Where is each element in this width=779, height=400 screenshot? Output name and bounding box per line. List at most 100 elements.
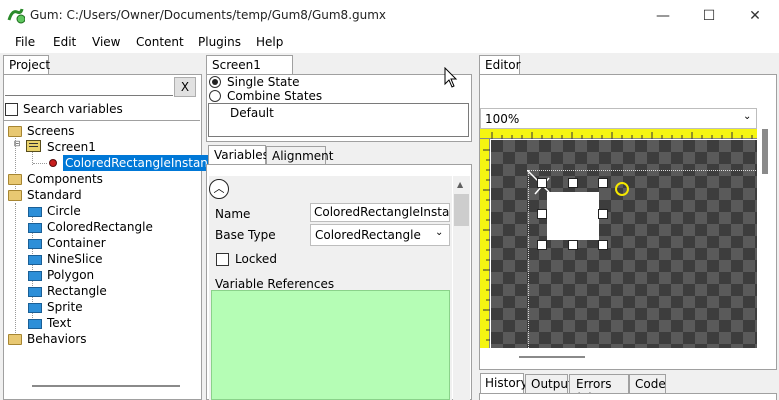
resize-handle[interactable] [568, 178, 578, 188]
tree-standard-item[interactable]: Sprite [47, 299, 83, 315]
search-variables-checkbox[interactable] [5, 103, 18, 116]
zoom-value: 100% [485, 112, 520, 126]
tab-screen1-states[interactable]: Screen1 States [206, 55, 293, 86]
vertical-ruler [480, 139, 490, 348]
editor-horizontal-scrollbar[interactable] [519, 356, 585, 358]
bottom-panel [479, 393, 777, 400]
combine-states-label: Combine States [227, 89, 323, 103]
chevron-up-icon[interactable]: ︿ [209, 179, 229, 199]
collapse-icon[interactable]: ⊟ [13, 140, 21, 148]
standard-element-icon [28, 207, 42, 217]
resize-handle[interactable] [568, 240, 578, 250]
tree-horizontal-scrollbar[interactable] [32, 385, 180, 387]
menu-bar: File Edit View Content Plugins Help [0, 31, 779, 53]
tree-standard-item[interactable]: Text [47, 315, 71, 331]
window-title: Gum: C:/Users/Owner/Documents/temp/Gum8/… [30, 8, 387, 22]
variable-references-label: Variable References [215, 277, 335, 291]
resize-handle[interactable] [537, 240, 547, 250]
tab-history[interactable]: History [480, 373, 528, 393]
single-state-label: Single State [227, 75, 300, 89]
minimize-button[interactable]: — [640, 0, 686, 31]
tab-code[interactable]: Code [629, 374, 666, 393]
tree-instance-selected[interactable]: ColoredRectangleInstance [63, 155, 224, 171]
tree-standard-item[interactable]: Container [47, 235, 106, 251]
standard-element-icon [28, 319, 42, 329]
menu-edit[interactable]: Edit [53, 35, 76, 49]
state-default[interactable]: Default [230, 106, 274, 120]
folder-icon [8, 190, 22, 201]
ruler-tick-marks [491, 132, 753, 139]
resize-handle[interactable] [598, 240, 608, 250]
name-field[interactable]: ColoredRectangleInstanc [310, 203, 450, 222]
standard-element-icon [28, 303, 42, 313]
tree-standard[interactable]: Standard [27, 187, 82, 203]
ruler-ticks [491, 132, 753, 139]
ruler-ticks [483, 149, 490, 341]
locked-checkbox[interactable] [216, 253, 229, 266]
screen-bounds-line [528, 170, 757, 171]
scroll-up-arrow-icon[interactable]: ▲ [457, 180, 463, 189]
standard-element-icon [28, 271, 42, 281]
menu-help[interactable]: Help [256, 35, 283, 49]
screen-icon [26, 140, 41, 152]
project-tree: Screens ⊟ Screen1 ColoredRectangleInstan… [4, 120, 224, 399]
menu-plugins[interactable]: Plugins [198, 35, 241, 49]
name-label: Name [215, 207, 251, 221]
horizontal-ruler [480, 129, 757, 139]
tab-project[interactable]: Project [3, 55, 50, 75]
tree-components[interactable]: Components [27, 171, 103, 187]
standard-element-icon [28, 255, 42, 265]
colored-rectangle-instance[interactable] [547, 192, 599, 240]
tab-editor[interactable]: Editor [479, 55, 521, 75]
menu-content[interactable]: Content [136, 35, 184, 49]
resize-handle[interactable] [598, 178, 608, 188]
resize-handle[interactable] [537, 178, 547, 188]
search-input[interactable] [5, 78, 173, 96]
tab-errors[interactable]: Errors (0) [569, 374, 629, 400]
standard-element-icon [28, 239, 42, 249]
base-type-select[interactable]: ColoredRectangle ⌄ [310, 224, 450, 246]
tab-variables[interactable]: Variables [208, 145, 269, 165]
base-type-label: Base Type [215, 228, 276, 242]
scrollbar-thumb[interactable] [454, 194, 469, 226]
base-type-value: ColoredRectangle [315, 228, 421, 242]
title-bar: Gum: C:/Users/Owner/Documents/temp/Gum8/… [0, 0, 779, 31]
zoom-select[interactable]: 100% ⌄ [480, 108, 757, 129]
tab-alignment[interactable]: Alignment [266, 146, 333, 164]
clear-search-button[interactable]: X [174, 77, 196, 97]
editor-vertical-scrollbar[interactable] [762, 129, 768, 174]
maximize-button[interactable]: ☐ [686, 0, 732, 31]
tree-screen1[interactable]: Screen1 [47, 139, 96, 155]
mouse-cursor-icon [444, 67, 458, 88]
resize-handle[interactable] [537, 209, 547, 219]
search-variables-label: Search variables [23, 102, 123, 116]
folder-icon [8, 334, 22, 345]
variables-scrollbar[interactable]: ▲ [453, 176, 470, 400]
tree-behaviors[interactable]: Behaviors [27, 331, 87, 347]
states-list: Default [208, 103, 469, 137]
resize-handle[interactable] [598, 209, 608, 219]
instance-icon [49, 159, 57, 167]
combine-states-radio[interactable] [209, 90, 221, 102]
menu-view[interactable]: View [92, 35, 120, 49]
tree-standard-item[interactable]: NineSlice [47, 251, 103, 267]
menu-file[interactable]: File [15, 35, 35, 49]
tab-output[interactable]: Output [525, 374, 573, 393]
rotation-handle[interactable] [615, 182, 629, 196]
tree-standard-item[interactable]: Rectangle [47, 283, 107, 299]
locked-label: Locked [235, 252, 277, 266]
tree-standard-item[interactable]: Polygon [47, 267, 94, 283]
single-state-radio[interactable] [209, 76, 221, 88]
editor-canvas[interactable] [491, 140, 757, 348]
tree-standard-item[interactable]: Circle [47, 203, 81, 219]
ruler-tick-marks [483, 149, 490, 341]
folder-icon [8, 126, 22, 137]
standard-element-icon [28, 287, 42, 297]
tree-standard-item[interactable]: ColoredRectangle [47, 219, 153, 235]
chevron-down-icon: ⌄ [435, 227, 444, 238]
standard-element-icon [28, 223, 42, 233]
variable-references-textbox[interactable] [211, 290, 450, 400]
gum-app-icon [7, 8, 25, 24]
tree-screens[interactable]: Screens [27, 123, 75, 139]
close-button[interactable]: ✕ [732, 0, 778, 31]
